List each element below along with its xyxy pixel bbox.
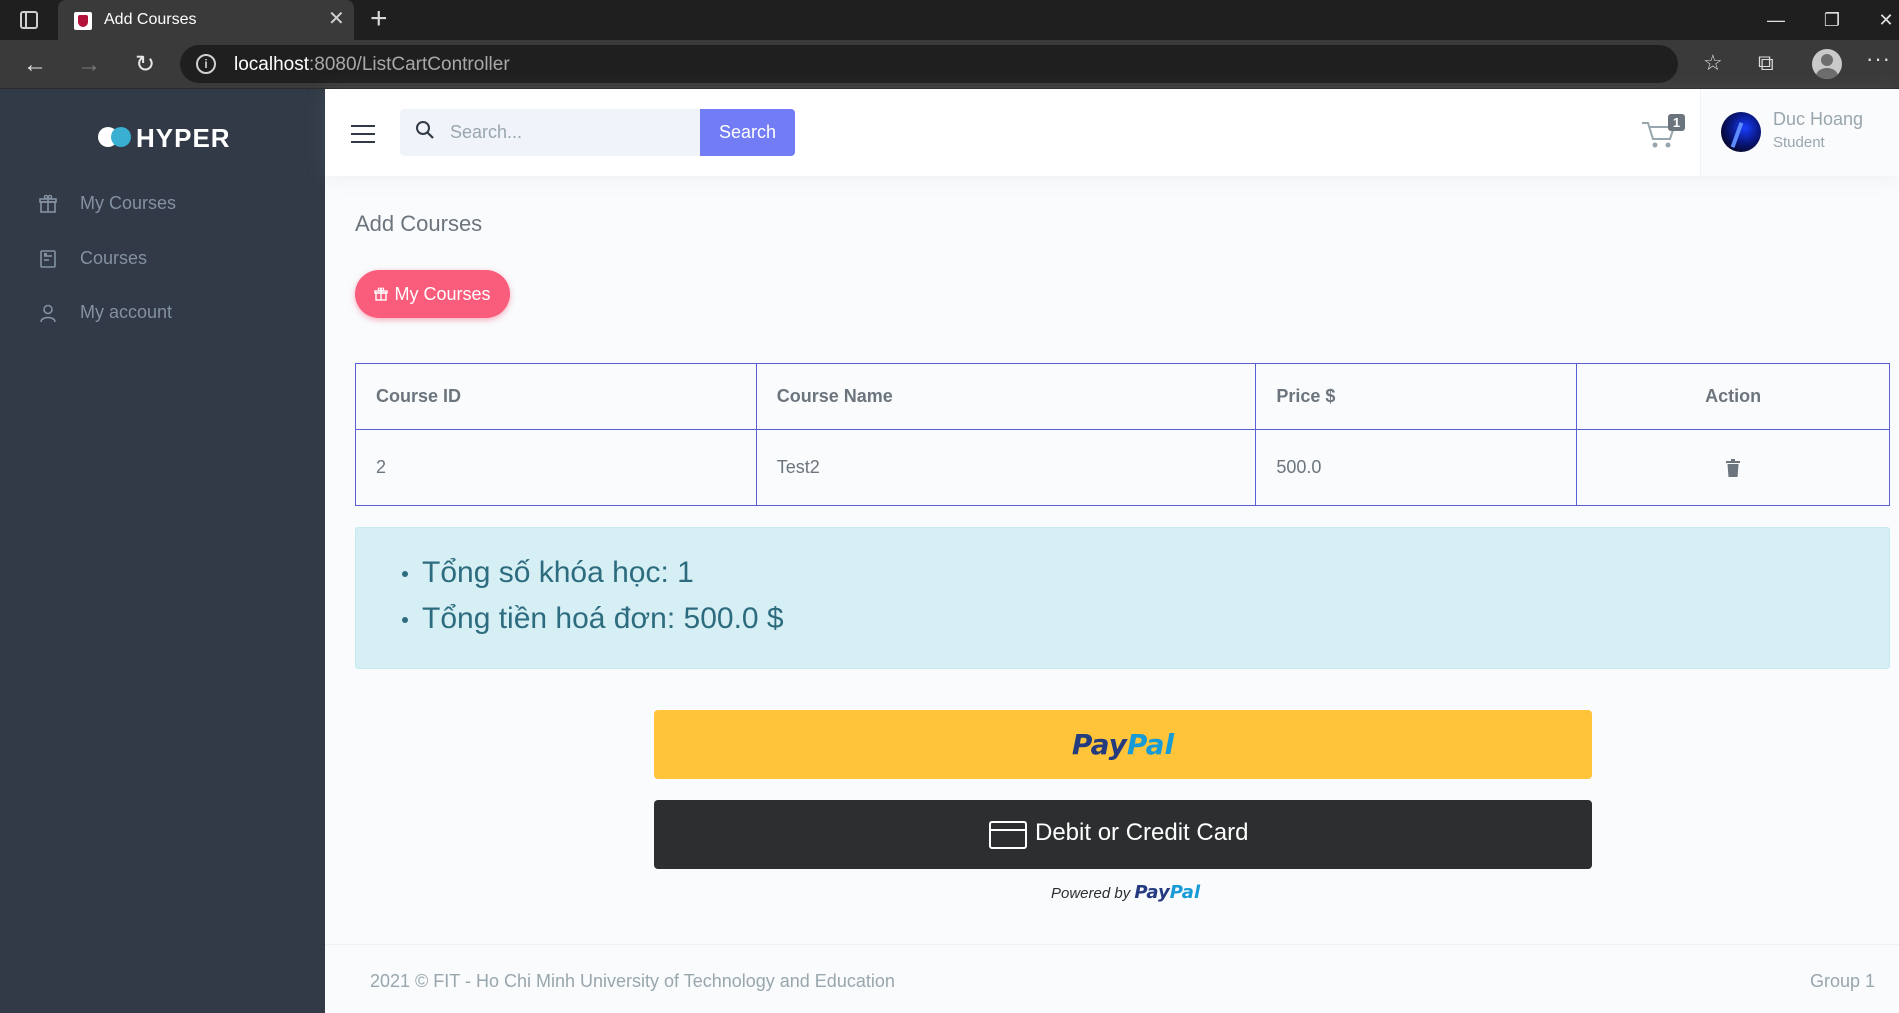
sidebar-item-label: My account: [80, 302, 173, 322]
column-header-price: Price $: [1255, 363, 1578, 430]
page-title: Add Courses: [355, 211, 483, 236]
paypal-logo: PayPal: [1071, 728, 1175, 761]
my-courses-button[interactable]: My Courses: [355, 270, 510, 318]
cart-table: Course ID Course Name Price $ Action 2 T…: [355, 363, 1890, 506]
topbar: Search 1 Duc Hoang Student: [325, 89, 1899, 176]
credit-card-icon: [989, 821, 1027, 849]
sidebar-item-label: My Courses: [80, 193, 177, 213]
sidebar-item-label: Courses: [80, 248, 148, 268]
new-tab-icon[interactable]: +: [370, 4, 388, 34]
footer-group: Group 1: [1809, 971, 1875, 991]
column-header-course-id: Course ID: [355, 363, 757, 430]
my-courses-button-label: My Courses: [394, 283, 491, 304]
browser-address-bar: ← → ↻ i localhost:8080/ListCartControlle…: [0, 40, 1899, 89]
info-icon[interactable]: i: [196, 54, 216, 74]
cell-action: [1576, 429, 1890, 506]
user-menu[interactable]: Duc Hoang Student: [1700, 89, 1899, 176]
reload-icon[interactable]: ↻: [130, 50, 160, 80]
url-field[interactable]: i localhost:8080/ListCartController ☆: [180, 45, 1842, 83]
search-button[interactable]: Search: [700, 109, 795, 156]
collections-icon[interactable]: ⧉: [1758, 50, 1774, 76]
search-box: [400, 109, 700, 156]
sidebar: HYPER My Courses Courses My account: [0, 89, 325, 1013]
trash-icon[interactable]: [1726, 459, 1741, 478]
cell-price: 500.0: [1255, 429, 1578, 506]
tab-actions-icon[interactable]: [20, 11, 38, 29]
favicon-icon: [74, 12, 92, 30]
card-button-label: Debit or Credit Card: [1035, 819, 1249, 846]
browser-profile-icon[interactable]: [1812, 49, 1842, 79]
table-row: 2 Test2 500.0: [355, 429, 1890, 506]
user-icon: [40, 304, 56, 323]
menu-toggle-icon[interactable]: [351, 125, 375, 143]
user-name: Duc Hoang: [1773, 109, 1864, 129]
paypal-small-logo: PayPal: [1134, 882, 1201, 903]
browser-tab[interactable]: Add Courses ✕: [58, 0, 354, 40]
tab-title: Add Courses: [104, 11, 197, 28]
user-role: Student: [1773, 134, 1825, 151]
close-tab-icon[interactable]: ✕: [328, 8, 345, 30]
footer-copyright: 2021 © FIT - Ho Chi Minh University of T…: [370, 971, 895, 991]
back-icon[interactable]: ←: [20, 50, 50, 80]
summary-course-count: Tổng số khóa học: 1: [402, 550, 784, 596]
restore-icon[interactable]: ❐: [1812, 6, 1852, 34]
url-text[interactable]: localhost:8080/ListCartController: [234, 54, 510, 76]
sidebar-item-my-courses[interactable]: My Courses: [38, 190, 298, 220]
cell-course-id: 2: [355, 429, 757, 506]
gift-icon: [39, 194, 57, 213]
sidebar-item-courses[interactable]: Courses: [38, 245, 298, 275]
more-options-icon[interactable]: ···: [1866, 46, 1891, 72]
column-header-action: Action: [1576, 363, 1890, 430]
document-icon: [40, 250, 56, 268]
column-header-course-name: Course Name: [755, 363, 1257, 430]
paypal-button[interactable]: PayPal: [654, 710, 1592, 779]
cart-count-badge: 1: [1668, 114, 1685, 131]
table-header-row: Course ID Course Name Price $ Action: [355, 363, 1890, 430]
close-window-icon[interactable]: ✕: [1866, 6, 1899, 34]
summary-total-amount: Tổng tiền hoá đơn: 500.0 $: [402, 596, 784, 642]
search-icon: [416, 121, 434, 139]
minimize-icon[interactable]: —: [1756, 6, 1796, 34]
order-summary: Tổng số khóa học: 1 Tổng tiền hoá đơn: 5…: [355, 527, 1890, 669]
gift-icon: [374, 287, 389, 301]
favorites-icon[interactable]: ☆: [1703, 50, 1723, 76]
avatar: [1721, 112, 1761, 152]
forward-icon[interactable]: →: [74, 50, 104, 80]
browser-titlebar: Add Courses ✕ + — ❐ ✕: [0, 0, 1899, 40]
footer: 2021 © FIT - Ho Chi Minh University of T…: [325, 944, 1899, 1013]
powered-by-paypal: Powered by PayPal: [1051, 882, 1201, 903]
debit-credit-card-button[interactable]: Debit or Credit Card: [654, 800, 1592, 869]
sidebar-item-my-account[interactable]: My account: [38, 299, 298, 329]
search-input[interactable]: [450, 109, 690, 156]
cart-button[interactable]: 1: [1640, 114, 1685, 154]
cell-course-name: Test2: [755, 429, 1257, 506]
